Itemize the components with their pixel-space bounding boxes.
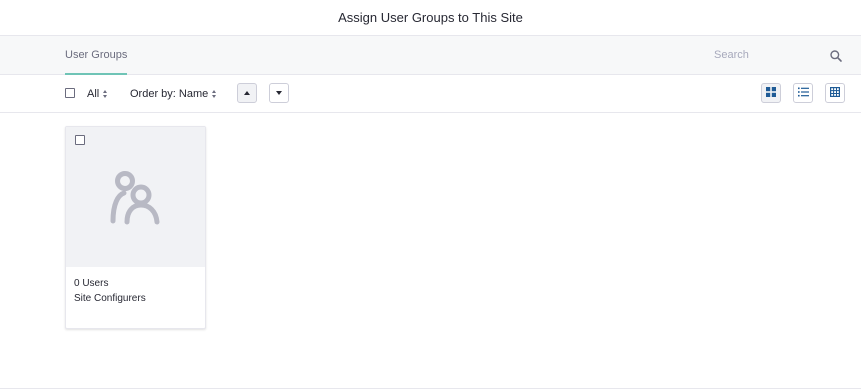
search-input[interactable] xyxy=(714,46,814,64)
footer-divider xyxy=(0,388,861,389)
cards-view-icon xyxy=(766,84,776,102)
order-by-label: Order by: Name xyxy=(130,88,209,100)
management-toolbar: All Order by: Name xyxy=(0,75,861,113)
card-image-area xyxy=(66,127,205,267)
sort-ascending-button[interactable] xyxy=(237,83,257,103)
modal-header: Assign User Groups to This Site xyxy=(0,0,861,36)
user-group-card[interactable]: 0 Users Site Configurers xyxy=(65,126,206,329)
list-view-button[interactable] xyxy=(793,83,813,103)
table-view-button[interactable] xyxy=(825,83,845,103)
search-icon[interactable] xyxy=(829,49,843,63)
caret-down-icon xyxy=(276,91,282,95)
card-group-name[interactable]: Site Configurers xyxy=(74,293,146,304)
management-navbar: User Groups xyxy=(0,36,861,75)
tab-user-groups[interactable]: User Groups xyxy=(65,36,128,75)
caret-double-icon xyxy=(103,90,108,98)
filter-label: All xyxy=(87,88,100,100)
caret-double-icon xyxy=(212,90,217,98)
select-all-checkbox[interactable] xyxy=(65,88,75,98)
sort-descending-button[interactable] xyxy=(269,83,289,103)
caret-up-icon xyxy=(244,91,250,95)
list-view-icon xyxy=(797,84,809,102)
modal-title: Assign User Groups to This Site xyxy=(338,10,523,25)
cards-view-button[interactable] xyxy=(761,83,781,103)
table-view-icon xyxy=(830,84,841,102)
user-group-icon xyxy=(110,171,162,230)
filter-dropdown[interactable]: All xyxy=(87,87,108,101)
order-by-dropdown[interactable]: Order by: Name xyxy=(130,87,217,101)
card-user-count: 0 Users xyxy=(74,278,109,289)
card-checkbox[interactable] xyxy=(75,135,85,145)
